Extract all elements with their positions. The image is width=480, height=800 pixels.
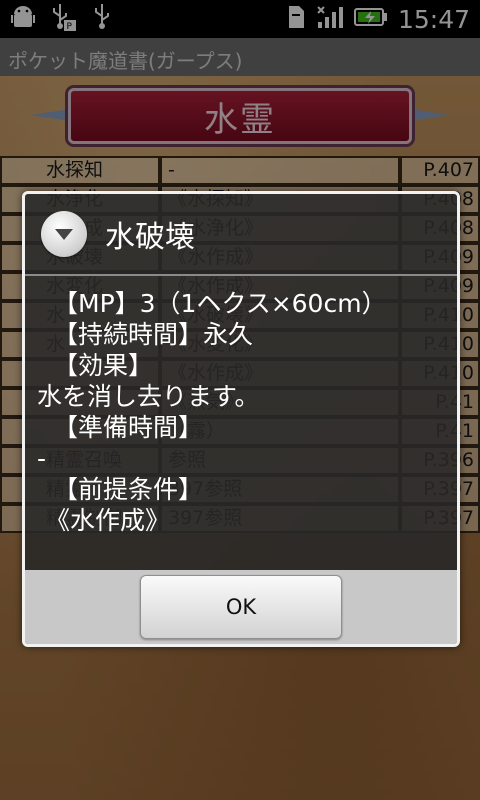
spell-detail-dialog: 水破壊 【MP】3（1ヘクス×60cm） 【持続時間】永久 【効果】 水を消し去…	[22, 191, 460, 647]
ok-button[interactable]: OK	[140, 575, 342, 639]
chevron-down-icon	[41, 211, 87, 257]
message-line: 【MP】3（1ヘクス×60cm）	[53, 289, 387, 318]
dialog-message: 【MP】3（1ヘクス×60cm） 【持続時間】永久 【効果】 水を消し去ります。…	[25, 276, 457, 570]
message-line: 【効果】	[53, 351, 154, 380]
dialog-header: 水破壊	[25, 194, 457, 276]
message-line: 水を消し去ります。	[37, 382, 260, 411]
message-line: 【準備時間】	[53, 413, 204, 442]
message-line: 【持続時間】永久	[53, 320, 254, 349]
dialog-title: 水破壊	[105, 220, 195, 255]
message-line: -	[37, 444, 47, 473]
message-line: 【前提条件】	[53, 475, 204, 504]
message-line: 《水作成》	[45, 506, 171, 535]
dialog-footer: OK	[25, 570, 457, 644]
